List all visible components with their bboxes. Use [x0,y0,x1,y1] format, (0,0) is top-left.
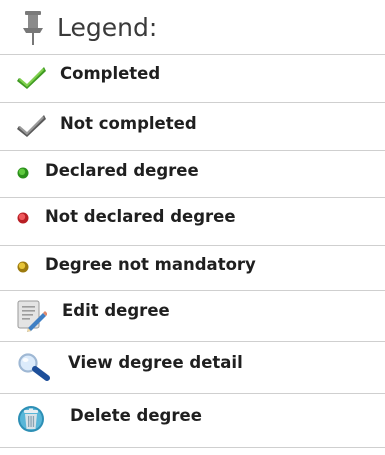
legend-item-completed: Completed [0,55,385,103]
check-green-icon [17,67,46,89]
legend-item-label: Edit degree [62,301,170,320]
legend-item-label: Delete degree [70,406,202,425]
magnifier-icon [18,353,50,381]
dot-red-icon [17,212,29,224]
legend-item-degree-not-mandatory: Degree not mandatory [0,246,385,291]
trash-icon [18,406,44,432]
legend-item-label: Completed [60,64,161,83]
legend-item-not-completed: Not completed [0,103,385,151]
legend-header: Legend: [0,0,385,55]
legend-item-view-degree-detail: View degree detail [0,342,385,394]
legend-item-delete-degree: Delete degree [0,394,385,448]
legend-panel: Legend: Completed Not completed Declared… [0,0,385,455]
legend-item-not-declared-degree: Not declared degree [0,198,385,246]
legend-item-label: Not completed [60,114,197,133]
legend-item-declared-degree: Declared degree [0,151,385,198]
legend-item-label: Degree not mandatory [45,255,256,274]
dot-green-icon [17,167,29,179]
pin-icon [23,11,43,45]
check-grey-icon [17,115,46,137]
edit-pencil-icon [17,300,47,332]
legend-item-label: View degree detail [68,353,243,372]
dot-yellow-icon [17,261,29,273]
legend-item-edit-degree: Edit degree [0,291,385,342]
legend-title: Legend: [57,13,158,42]
legend-item-label: Not declared degree [45,207,236,226]
legend-item-label: Declared degree [45,161,199,180]
